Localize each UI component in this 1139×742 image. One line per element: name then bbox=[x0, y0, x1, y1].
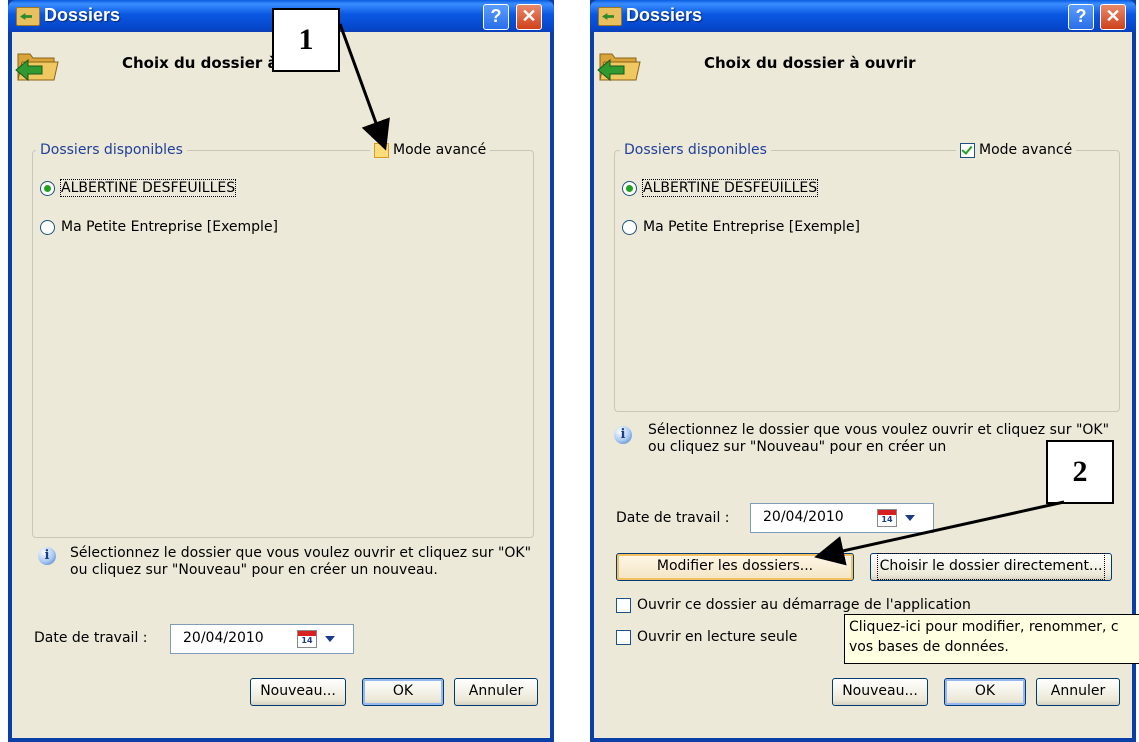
callout-arrows bbox=[338, 23, 1065, 566]
arrow-1 bbox=[338, 23, 390, 151]
arrow-2 bbox=[814, 500, 1065, 566]
